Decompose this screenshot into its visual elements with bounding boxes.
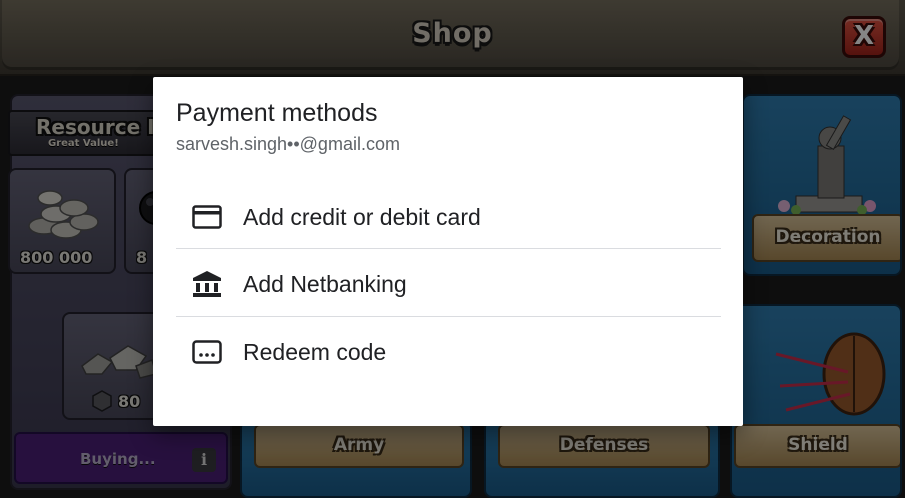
credit-card-icon: [192, 205, 222, 229]
divider: [176, 248, 721, 249]
option-redeem-code[interactable]: Redeem code: [176, 319, 721, 385]
bank-icon: [193, 271, 221, 297]
option-add-netbanking[interactable]: Add Netbanking: [176, 251, 721, 317]
account-email: sarvesh.singh••@gmail.com: [176, 134, 400, 154]
option-add-card[interactable]: Add credit or debit card: [176, 184, 721, 250]
divider: [176, 316, 721, 317]
payment-methods-dialog: Payment methods sarvesh.singh••@gmail.co…: [153, 77, 743, 426]
option-add-netbanking-label: Add Netbanking: [243, 271, 407, 297]
option-redeem-code-label: Redeem code: [243, 339, 387, 365]
dialog-title: Payment methods: [176, 99, 378, 127]
option-add-card-label: Add credit or debit card: [243, 204, 481, 230]
redeem-code-icon: [192, 340, 222, 364]
